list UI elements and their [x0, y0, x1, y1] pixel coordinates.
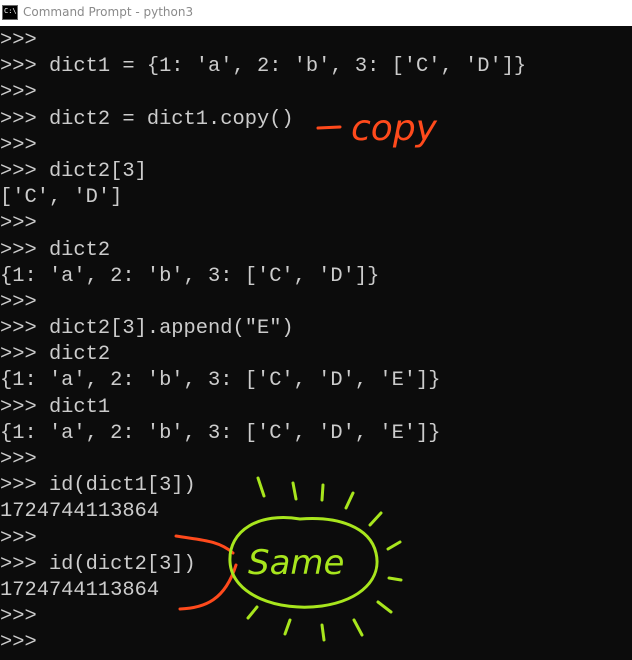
console-line: >>> dict2: [0, 343, 111, 367]
console-line: 1724744113864: [0, 500, 160, 524]
console-line: {1: 'a', 2: 'b', 3: ['C', 'D', 'E']}: [0, 421, 441, 445]
console-line: >>>: [0, 631, 37, 655]
console-line: {1: 'a', 2: 'b', 3: ['C', 'D']}: [0, 264, 380, 288]
console-line: >>>: [0, 448, 37, 471]
console-line: {1: 'a', 2: 'b', 3: ['C', 'D', 'E']}: [0, 369, 441, 393]
console-line: >>> id(dict1[3]): [0, 474, 196, 498]
console-line: >>>: [0, 212, 37, 236]
console-line: >>> dict1: [0, 395, 111, 419]
console-line: >>>: [0, 526, 37, 550]
window-title: Command Prompt - python3: [23, 5, 194, 19]
console-lines: >>> >>> dict1 = {1: 'a', 2: 'b', 3: ['C',…: [0, 28, 526, 657]
console-line: >>>: [0, 133, 37, 157]
console-line: >>> dict2: [0, 238, 111, 262]
command-prompt-window: C:\ Command Prompt - python3 >>> >>> dict…: [0, 0, 632, 660]
console-line: 1724744113864: [0, 578, 160, 602]
console-line: >>> dict2[3]: [0, 159, 147, 183]
console-line: ['C', 'D']: [0, 186, 123, 210]
console-line: >>>: [0, 290, 37, 314]
console-line: >>> dict2[3].append("E"): [0, 317, 294, 341]
console-line: >>>: [0, 81, 37, 105]
console-line: >>>: [0, 29, 37, 52]
console-line: >>>: [0, 605, 37, 629]
console-app-icon: C:\: [2, 5, 18, 20]
console-output[interactable]: >>> >>> dict1 = {1: 'a', 2: 'b', 3: ['C',…: [0, 26, 632, 660]
title-bar[interactable]: C:\ Command Prompt - python3: [0, 0, 632, 26]
console-line: >>> dict1 = {1: 'a', 2: 'b', 3: ['C', 'D…: [0, 55, 527, 79]
console-line: >>> id(dict2[3]): [0, 552, 196, 576]
console-line: >>> dict2 = dict1.copy(): [0, 107, 294, 131]
